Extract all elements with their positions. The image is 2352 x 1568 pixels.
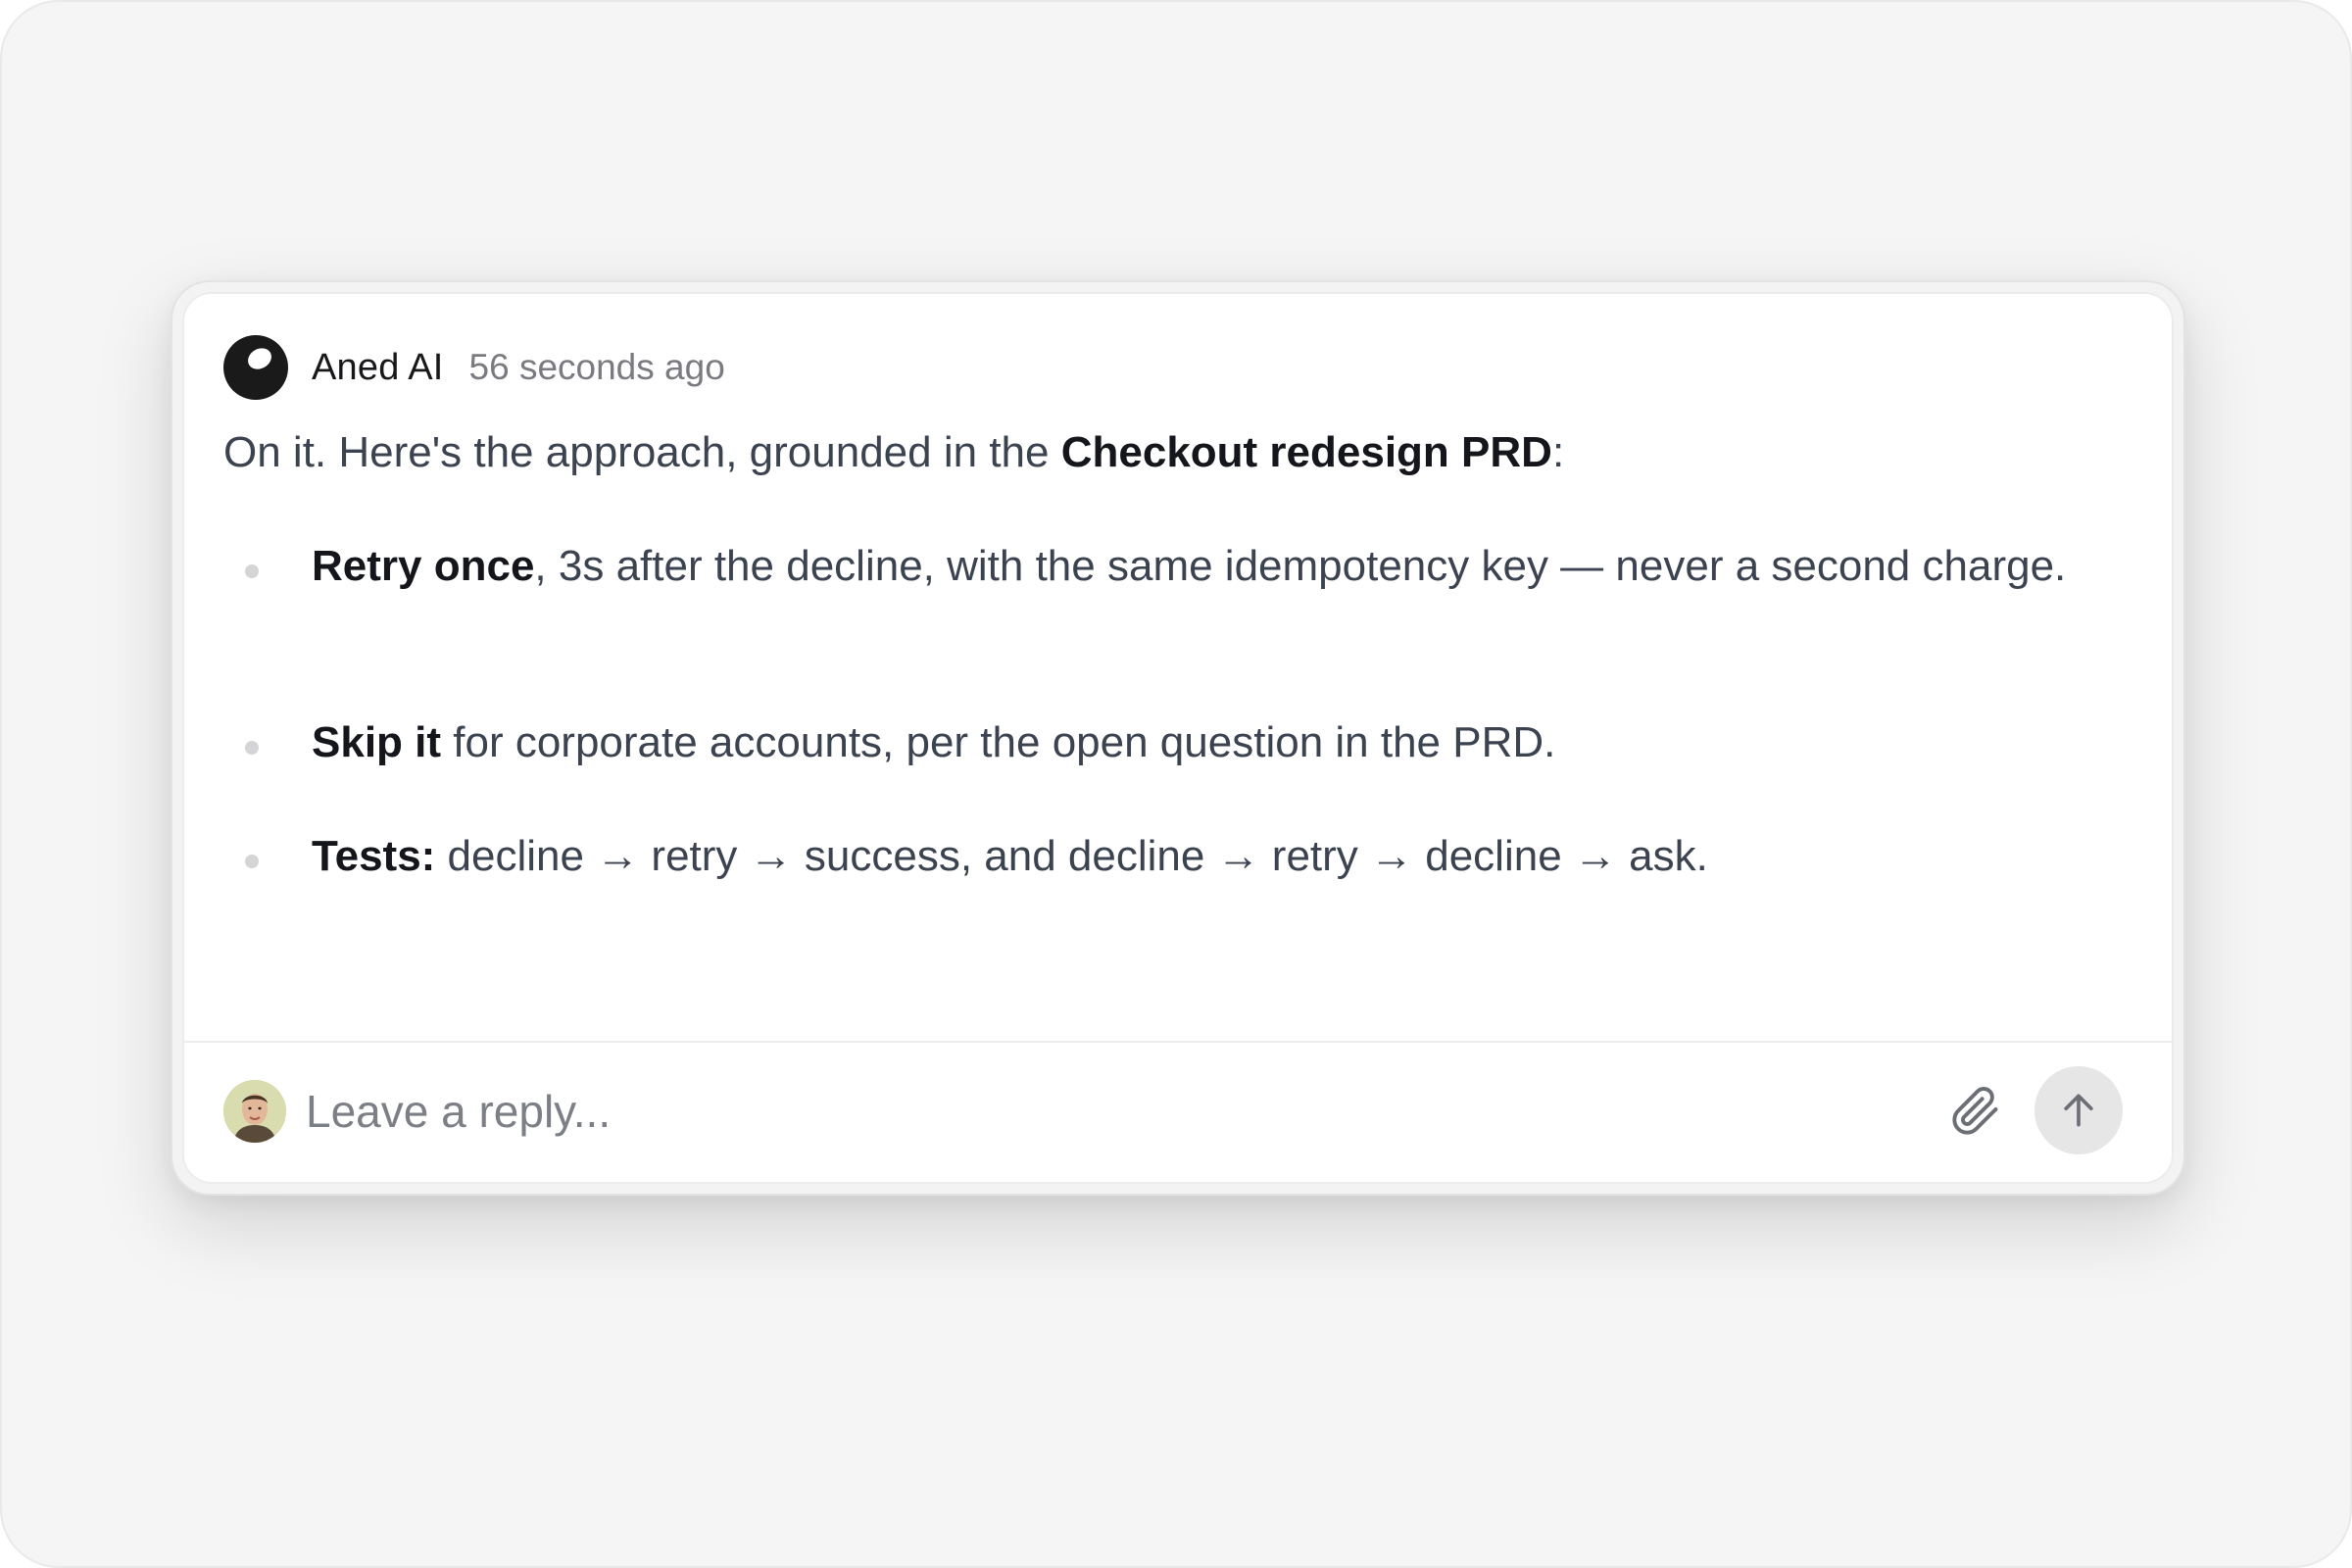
- message-header: Aned AI 56 seconds ago: [223, 335, 725, 400]
- comment-card: Aned AI 56 seconds ago On it. Here's the…: [182, 292, 2174, 1184]
- page-background: Aned AI 56 seconds ago On it. Here's the…: [0, 0, 2352, 1568]
- arrow-up-icon: [2064, 1094, 2093, 1127]
- list-item: Retry once, 3s after the decline, with t…: [312, 535, 2154, 598]
- bullet-dot: [245, 564, 259, 578]
- send-button[interactable]: [2034, 1066, 2123, 1154]
- list-item-bold: Skip it: [312, 718, 442, 766]
- intro-text: On it. Here's the approach, grounded in …: [223, 428, 1061, 476]
- reply-input[interactable]: [306, 1072, 1776, 1151]
- bullet-dot: [245, 855, 259, 868]
- attach-button[interactable]: [1946, 1082, 2005, 1141]
- aned-ai-logo-icon: [223, 335, 288, 400]
- list-item-text: for corporate accounts, per the open que…: [441, 718, 1556, 766]
- list-item-text: , 3s after the decline, with the same id…: [534, 542, 2067, 590]
- message-timestamp: 56 seconds ago: [468, 347, 725, 387]
- prd-reference: Checkout redesign PRD: [1060, 428, 1552, 476]
- author-name: Aned AI: [312, 346, 444, 388]
- intro-end: :: [1551, 428, 1565, 476]
- user-avatar: [223, 1080, 286, 1143]
- list-item-bold: Tests:: [312, 832, 436, 880]
- list-item-text: decline → retry → success, and decline →…: [435, 832, 1708, 880]
- reply-composer: [184, 1043, 2172, 1182]
- message-intro: On it. Here's the approach, grounded in …: [223, 421, 1564, 484]
- list-item: Tests: decline → retry → success, and de…: [312, 825, 2172, 888]
- bullet-dot: [245, 741, 259, 755]
- user-avatar-icon: [223, 1080, 286, 1143]
- list-item-bold: Retry once: [312, 542, 535, 590]
- list-item: Skip it for corporate accounts, per the …: [312, 711, 2172, 774]
- comment-thread-card: Aned AI 56 seconds ago On it. Here's the…: [171, 280, 2185, 1196]
- paperclip-icon: [1952, 1087, 1998, 1135]
